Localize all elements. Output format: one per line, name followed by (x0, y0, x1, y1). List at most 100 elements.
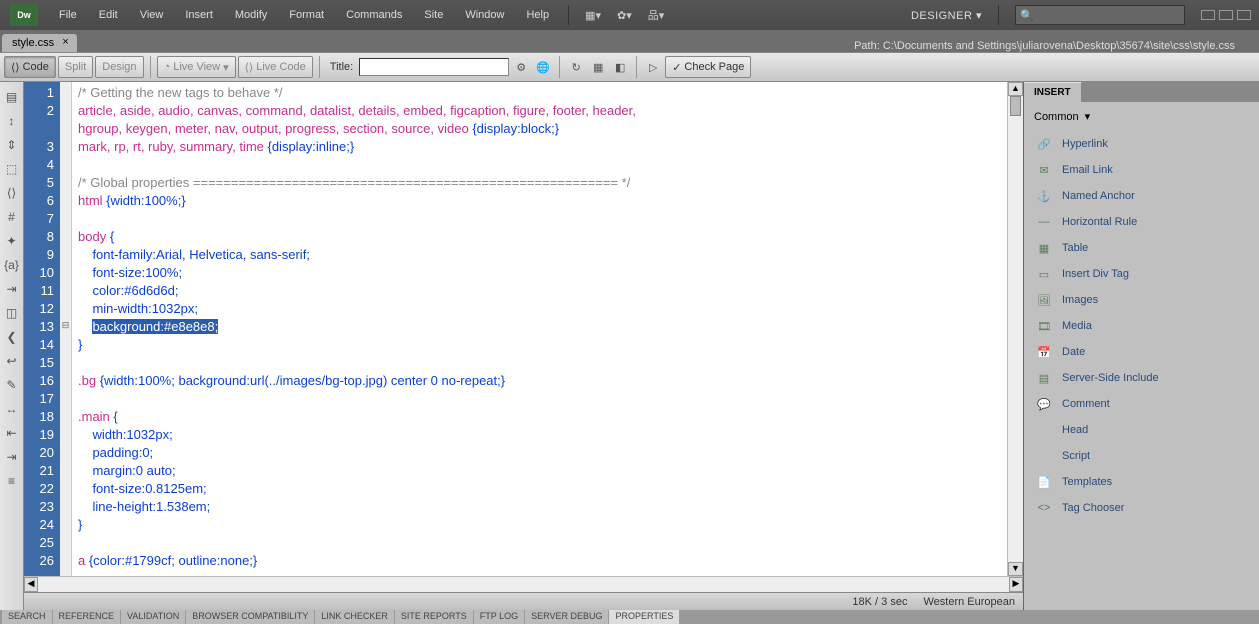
refresh-icon[interactable]: ↻ (566, 57, 586, 77)
main-menu-bar: Dw File Edit View Insert Modify Format C… (0, 0, 1259, 30)
insert-item-hyperlink[interactable]: 🔗Hyperlink (1032, 131, 1251, 157)
menu-window[interactable]: Window (454, 3, 515, 27)
insert-item-icon: 🔗 (1036, 136, 1052, 152)
insert-item-icon: ⚓ (1036, 188, 1052, 204)
comment-icon[interactable]: ❮ (3, 328, 21, 346)
app-logo: Dw (10, 4, 38, 26)
restore-button[interactable] (1219, 10, 1233, 20)
insert-item-icon: ▦ (1036, 240, 1052, 256)
menu-help[interactable]: Help (515, 3, 560, 27)
live-view-button[interactable]: ◔Live View ▾ (157, 56, 236, 78)
tab-close-icon[interactable]: × (62, 37, 69, 49)
document-tab[interactable]: style.css × (2, 34, 77, 52)
insert-panel: INSERT Common ▾ 🔗Hyperlink✉Email Link⚓Na… (1023, 82, 1259, 610)
layout-icon[interactable]: ▦▾ (577, 5, 609, 26)
select-parent-icon[interactable]: ⬚ (3, 160, 21, 178)
split-view-button[interactable]: Split (58, 56, 93, 78)
globe-icon[interactable]: 🌐 (533, 57, 553, 77)
scroll-left-arrow[interactable]: ◀ (24, 577, 38, 592)
validate-icon[interactable]: ▷ (643, 57, 663, 77)
document-path: Path: C:\Documents and Settings\juliarov… (77, 40, 1259, 52)
recent-snip-icon[interactable]: ✎ (3, 376, 21, 394)
menu-edit[interactable]: Edit (88, 3, 129, 27)
indent-icon[interactable]: ⇤ (3, 424, 21, 442)
minimize-button[interactable] (1201, 10, 1215, 20)
insert-item-images[interactable]: 🖼Images (1032, 287, 1251, 313)
insert-item-icon: ▤ (1036, 370, 1052, 386)
coding-toolbar: ▤ ↕ ⇕ ⬚ ⟨⟩ # ✦ {a} ⇥ ◫ ❮ ↩ ✎ ↔ ⇤ ⇥ ≡ (0, 82, 24, 610)
menu-commands[interactable]: Commands (335, 3, 413, 27)
collapse-icon[interactable]: ↕ (3, 112, 21, 130)
menu-file[interactable]: File (48, 3, 88, 27)
move-icon[interactable]: ↔ (3, 400, 21, 418)
insert-item-tag-chooser[interactable]: <>Tag Chooser (1032, 495, 1251, 521)
title-input[interactable] (359, 58, 509, 76)
document-tab-bar: style.css × Path: C:\Documents and Setti… (0, 30, 1259, 52)
code-view-button[interactable]: ⟨⟩Code (4, 56, 56, 78)
search-field[interactable]: 🔍 (1015, 5, 1185, 25)
scroll-right-arrow[interactable]: ▶ (1009, 577, 1023, 592)
insert-item-templates[interactable]: 📄Templates (1032, 469, 1251, 495)
insert-item-comment[interactable]: 💬Comment (1032, 391, 1251, 417)
insert-item-icon: 💬 (1036, 396, 1052, 412)
extend-icon[interactable]: ✿▾ (609, 5, 640, 26)
insert-item-script[interactable]: Script (1032, 443, 1251, 469)
document-toolbar: ⟨⟩Code Split Design ◔Live View ▾ ⟨⟩Live … (0, 52, 1259, 82)
insert-item-server-side-include[interactable]: ▤Server-Side Include (1032, 365, 1251, 391)
insert-item-icon: 📅 (1036, 344, 1052, 360)
highlight-icon[interactable]: ✦ (3, 232, 21, 250)
live-code-button[interactable]: ⟨⟩Live Code (238, 56, 313, 78)
line-numbers-icon[interactable]: # (3, 208, 21, 226)
menu-view[interactable]: View (129, 3, 175, 27)
balance-icon[interactable]: ⟨⟩ (3, 184, 21, 202)
outdent-icon[interactable]: ⇥ (3, 448, 21, 466)
insert-category-dropdown[interactable]: Common ▾ (1032, 106, 1251, 131)
insert-item-icon: <> (1036, 500, 1052, 516)
scroll-down-arrow[interactable]: ▼ (1008, 562, 1023, 576)
insert-item-icon: 📄 (1036, 474, 1052, 490)
insert-item-horizontal-rule[interactable]: —Horizontal Rule (1032, 209, 1251, 235)
auto-indent-icon[interactable]: ⇥ (3, 280, 21, 298)
format-icon[interactable]: ≡ (3, 472, 21, 490)
syntax-icon[interactable]: {a} (3, 256, 21, 274)
insert-item-media[interactable]: 🎞Media (1032, 313, 1251, 339)
wrap-icon[interactable]: ↩ (3, 352, 21, 370)
status-size: 18K / 3 sec (844, 596, 915, 608)
menu-insert[interactable]: Insert (174, 3, 224, 27)
code-area[interactable]: /* Getting the new tags to behave */arti… (72, 82, 1007, 576)
insert-item-icon (1036, 422, 1052, 438)
preview-icon[interactable]: ◧ (610, 57, 630, 77)
insert-item-head[interactable]: Head (1032, 417, 1251, 443)
workspace-layout-button[interactable]: DESIGNER ▾ (903, 5, 990, 26)
menu-format[interactable]: Format (278, 3, 335, 27)
insert-item-table[interactable]: ▦Table (1032, 235, 1251, 261)
insert-item-icon: ▭ (1036, 266, 1052, 282)
open-docs-icon[interactable]: ▤ (3, 88, 21, 106)
snippet-icon[interactable]: ◫ (3, 304, 21, 322)
close-button[interactable] (1237, 10, 1251, 20)
insert-panel-tab[interactable]: INSERT (1024, 82, 1082, 102)
code-fold-gutter[interactable]: ⊟ (60, 82, 72, 576)
chevron-down-icon: ▾ (1085, 110, 1091, 123)
title-label: Title: (326, 61, 357, 73)
insert-item-insert-div-tag[interactable]: ▭Insert Div Tag (1032, 261, 1251, 287)
insert-item-named-anchor[interactable]: ⚓Named Anchor (1032, 183, 1251, 209)
status-bar: 18K / 3 sec Western European (24, 592, 1023, 610)
check-page-button[interactable]: ✓Check Page (665, 56, 751, 78)
nav-icon[interactable]: ⚙ (511, 57, 531, 77)
expand-icon[interactable]: ⇕ (3, 136, 21, 154)
tab-label: style.css (12, 37, 54, 49)
file-mgmt-icon[interactable]: ▦ (588, 57, 608, 77)
scroll-thumb[interactable] (1010, 96, 1021, 116)
vertical-scrollbar[interactable]: ▲ ▼ (1007, 82, 1023, 576)
menu-modify[interactable]: Modify (224, 3, 278, 27)
insert-item-icon: ✉ (1036, 162, 1052, 178)
horizontal-scrollbar[interactable]: ◀ ▶ (24, 576, 1023, 592)
design-view-button[interactable]: Design (95, 56, 143, 78)
insert-item-email-link[interactable]: ✉Email Link (1032, 157, 1251, 183)
insert-item-date[interactable]: 📅Date (1032, 339, 1251, 365)
menu-site[interactable]: Site (413, 3, 454, 27)
window-controls (1193, 10, 1259, 20)
scroll-up-arrow[interactable]: ▲ (1008, 82, 1023, 96)
site-icon[interactable]: 品▾ (640, 3, 673, 27)
